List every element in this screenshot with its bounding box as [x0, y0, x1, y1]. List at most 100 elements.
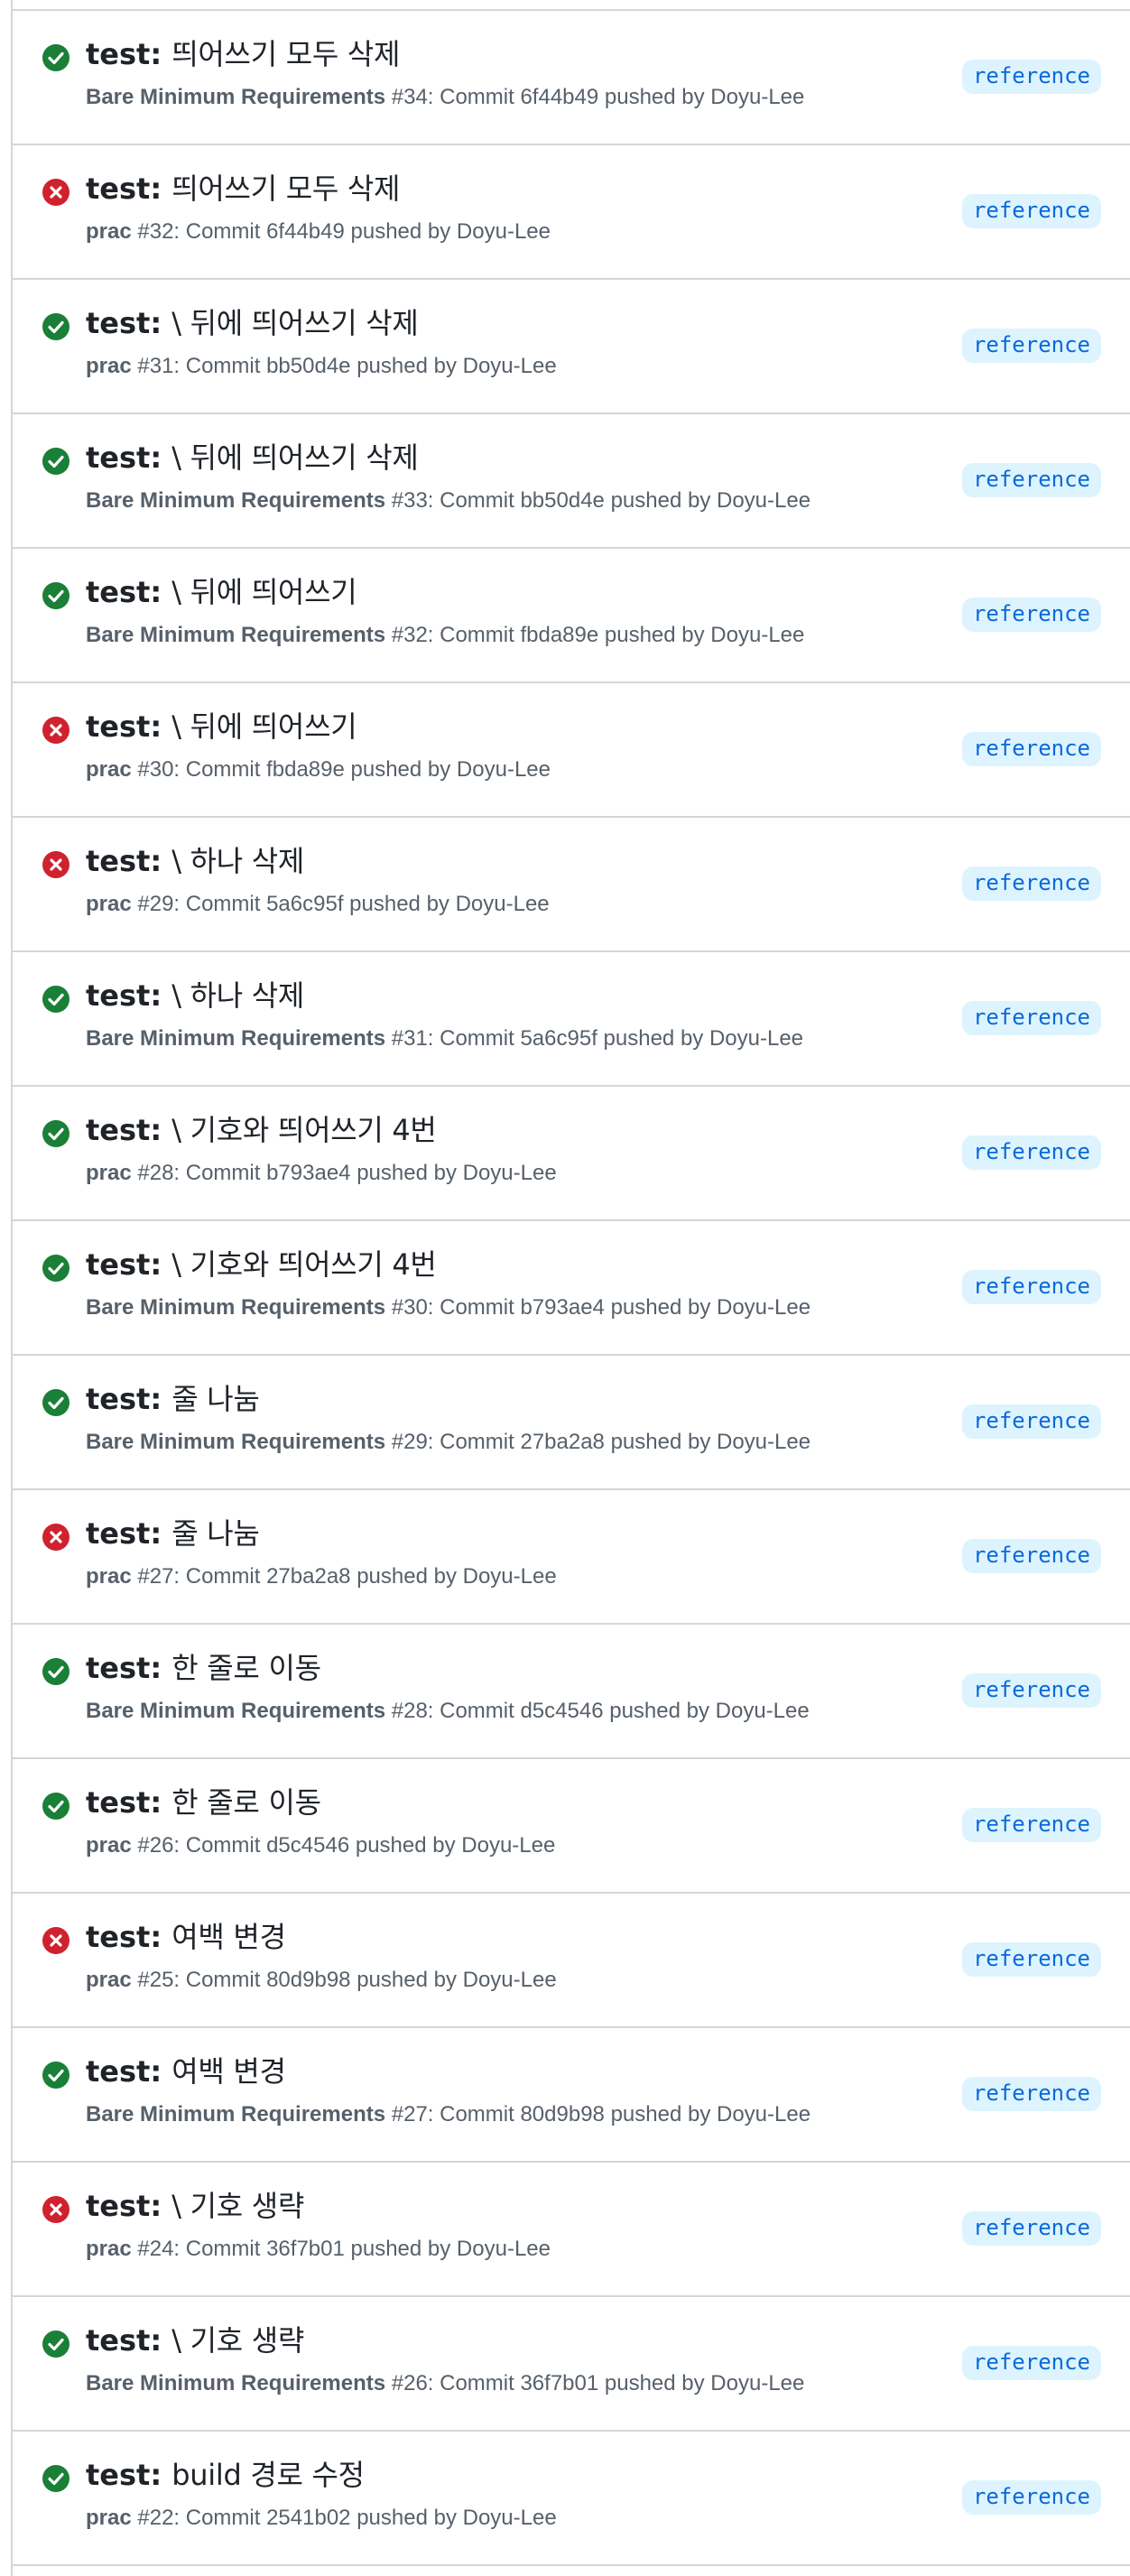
check-circle-icon	[42, 313, 69, 340]
branch-badge[interactable]: reference	[961, 463, 1101, 497]
branch-badge[interactable]: reference	[961, 1404, 1101, 1439]
run-title-message: 줄 나눔	[171, 1516, 260, 1551]
run-title-prefix: test:	[86, 440, 162, 475]
workflow-run-row[interactable]: test: \ 기호 생략 prac #24: Commit 36f7b01 p…	[13, 2163, 1130, 2297]
run-title[interactable]: test: \ 기호 생략	[86, 2188, 304, 2224]
workflow-name: Bare Minimum Requirements	[86, 488, 386, 513]
workflow-run-row[interactable]: test: 줄 나눔 Bare Minimum Requirements #29…	[13, 1356, 1130, 1490]
workflow-run-row[interactable]: test: 한 줄로 이동 Bare Minimum Requirements …	[13, 1625, 1130, 1759]
run-details: #28: Commit b793ae4 pushed by Doyu-Lee	[137, 1161, 557, 1185]
run-details: #32: Commit 6f44b49 pushed by Doyu-Lee	[137, 219, 551, 244]
run-title-prefix: test:	[86, 1920, 162, 1954]
run-title-prefix: test:	[86, 1247, 162, 1282]
branch-badge[interactable]: reference	[961, 329, 1101, 363]
branch-badge[interactable]: reference	[961, 1135, 1101, 1170]
run-title[interactable]: test: \ 하나 삭제	[86, 978, 304, 1014]
workflow-name: prac	[86, 219, 132, 244]
check-circle-icon	[42, 44, 69, 71]
run-title-prefix: test:	[86, 709, 162, 744]
branch-badge[interactable]: reference	[961, 866, 1101, 901]
workflow-run-row[interactable]: test: 띄어쓰기 모두 삭제 prac #32: Commit 6f44b4…	[13, 145, 1130, 280]
run-meta: Bare Minimum Requirements #31: Commit 5a…	[86, 1024, 803, 1053]
branch-badge[interactable]: reference	[961, 1808, 1101, 1842]
workflow-run-row[interactable]: test: \ 뒤에 띄어쓰기 삭제 Bare Minimum Requirem…	[13, 414, 1130, 549]
run-title[interactable]: test: 띄어쓰기 모두 삭제	[86, 171, 400, 207]
workflow-run-row[interactable]: test: \ 기호와 띄어쓰기 4번 prac #28: Commit b79…	[13, 1087, 1130, 1221]
workflow-run-row[interactable]: test: 한 줄로 이동 prac #26: Commit d5c4546 p…	[13, 1759, 1130, 1894]
run-title-message: build 경로 수정	[171, 2458, 365, 2492]
run-title[interactable]: test: \ 기호와 띄어쓰기 4번	[86, 1246, 437, 1283]
run-title[interactable]: test: \ 뒤에 띄어쓰기 삭제	[86, 440, 419, 476]
run-title[interactable]: test: 한 줄로 이동	[86, 1784, 321, 1821]
run-title[interactable]: test: \ 기호 생략	[86, 2322, 304, 2358]
run-title[interactable]: test: 여백 변경	[86, 1919, 286, 1955]
run-title-message: \ 기호 생략	[171, 2323, 305, 2358]
x-circle-icon	[42, 1927, 69, 1954]
branch-badge[interactable]: reference	[961, 1673, 1101, 1708]
branch-badge[interactable]: reference	[961, 1539, 1101, 1573]
run-meta: prac #26: Commit d5c4546 pushed by Doyu-…	[86, 1831, 555, 1860]
workflow-run-row[interactable]: test: \ 뒤에 띄어쓰기 prac #30: Commit fbda89e…	[13, 683, 1130, 818]
branch-badge[interactable]: reference	[961, 194, 1101, 228]
run-title-prefix: test:	[86, 37, 162, 71]
x-circle-icon	[42, 717, 69, 744]
run-title-message: \ 뒤에 띄어쓰기	[171, 709, 357, 744]
run-title-message: 줄 나눔	[171, 1382, 260, 1416]
workflow-run-row[interactable]: test: build 경로 수정 prac #22: Commit 2541b…	[13, 2432, 1130, 2566]
branch-badge[interactable]: reference	[961, 1001, 1101, 1035]
workflow-run-row[interactable]: test: 줄 나눔 prac #27: Commit 27ba2a8 push…	[13, 1490, 1130, 1625]
branch-badge[interactable]: reference	[961, 2480, 1101, 2515]
workflow-runs-panel: test: 띄어쓰기 모두 삭제 Bare Minimum Requiremen…	[11, 0, 1130, 2576]
x-circle-icon	[42, 1524, 69, 1551]
run-title-prefix: test:	[86, 1516, 162, 1551]
run-title[interactable]: test: \ 기호와 띄어쓰기 4번	[86, 1112, 437, 1148]
branch-badge[interactable]: reference	[961, 60, 1101, 94]
branch-badge[interactable]: reference	[961, 598, 1101, 632]
run-title[interactable]: test: \ 뒤에 띄어쓰기	[86, 709, 357, 745]
run-title[interactable]: test: 줄 나눔	[86, 1381, 260, 1417]
check-circle-icon	[42, 582, 69, 609]
run-meta: Bare Minimum Requirements #33: Commit bb…	[86, 486, 810, 515]
run-meta: prac #24: Commit 36f7b01 pushed by Doyu-…	[86, 2235, 551, 2264]
run-title[interactable]: test: 여백 변경	[86, 2053, 286, 2090]
run-details: #32: Commit fbda89e pushed by Doyu-Lee	[391, 623, 805, 647]
workflow-run-row[interactable]: test: \ 뒤에 띄어쓰기 삭제 prac #31: Commit bb50…	[13, 280, 1130, 414]
run-title[interactable]: test: \ 뒤에 띄어쓰기 삭제	[86, 305, 419, 341]
workflow-run-row[interactable]: test: 여백 변경 prac #25: Commit 80d9b98 pus…	[13, 1894, 1130, 2028]
x-circle-icon	[42, 179, 69, 206]
workflow-run-row[interactable]: test: \ 뒤에 띄어쓰기 Bare Minimum Requirement…	[13, 549, 1130, 683]
workflow-name: Bare Minimum Requirements	[86, 2102, 386, 2127]
run-title-prefix: test:	[86, 2054, 162, 2089]
workflow-run-row[interactable]: test: \ 하나 삭제 prac #29: Commit 5a6c95f p…	[13, 818, 1130, 952]
workflow-runs-list: test: 띄어쓰기 모두 삭제 Bare Minimum Requiremen…	[13, 11, 1130, 2566]
workflow-run-row[interactable]: test: 여백 변경 Bare Minimum Requirements #2…	[13, 2028, 1130, 2163]
run-title[interactable]: test: build 경로 수정	[86, 2457, 365, 2493]
run-title[interactable]: test: \ 하나 삭제	[86, 843, 304, 879]
branch-badge[interactable]: reference	[961, 2346, 1101, 2380]
workflow-name: Bare Minimum Requirements	[86, 1026, 386, 1051]
check-circle-icon	[42, 986, 69, 1013]
workflow-run-row[interactable]: test: \ 기호 생략 Bare Minimum Requirements …	[13, 2297, 1130, 2432]
branch-badge[interactable]: reference	[961, 1942, 1101, 1977]
run-title[interactable]: test: 띄어쓰기 모두 삭제	[86, 36, 400, 72]
run-title[interactable]: test: \ 뒤에 띄어쓰기	[86, 574, 357, 610]
run-meta: Bare Minimum Requirements #28: Commit d5…	[86, 1697, 810, 1726]
run-details: #22: Commit 2541b02 pushed by Doyu-Lee	[137, 2506, 557, 2530]
run-title-message: \ 뒤에 띄어쓰기 삭제	[171, 440, 419, 475]
workflow-run-row[interactable]: test: 띄어쓰기 모두 삭제 Bare Minimum Requiremen…	[13, 11, 1130, 145]
branch-badge[interactable]: reference	[961, 2077, 1101, 2111]
branch-badge[interactable]: reference	[961, 1270, 1101, 1304]
workflow-run-row[interactable]: test: \ 하나 삭제 Bare Minimum Requirements …	[13, 952, 1130, 1087]
run-meta: Bare Minimum Requirements #34: Commit 6f…	[86, 83, 804, 112]
workflow-run-row[interactable]: test: \ 기호와 띄어쓰기 4번 Bare Minimum Require…	[13, 1221, 1130, 1356]
run-details: #29: Commit 27ba2a8 pushed by Doyu-Lee	[391, 1430, 811, 1454]
run-title[interactable]: test: 줄 나눔	[86, 1515, 260, 1552]
check-circle-icon	[42, 1389, 69, 1416]
run-title[interactable]: test: 한 줄로 이동	[86, 1650, 321, 1686]
branch-badge[interactable]: reference	[961, 2211, 1101, 2246]
run-title-message: \ 기호 생략	[171, 2189, 305, 2223]
run-details: #26: Commit d5c4546 pushed by Doyu-Lee	[137, 1833, 556, 1858]
run-details: #27: Commit 27ba2a8 pushed by Doyu-Lee	[137, 1564, 557, 1589]
run-title-prefix: test:	[86, 1651, 162, 1685]
branch-badge[interactable]: reference	[961, 732, 1101, 766]
